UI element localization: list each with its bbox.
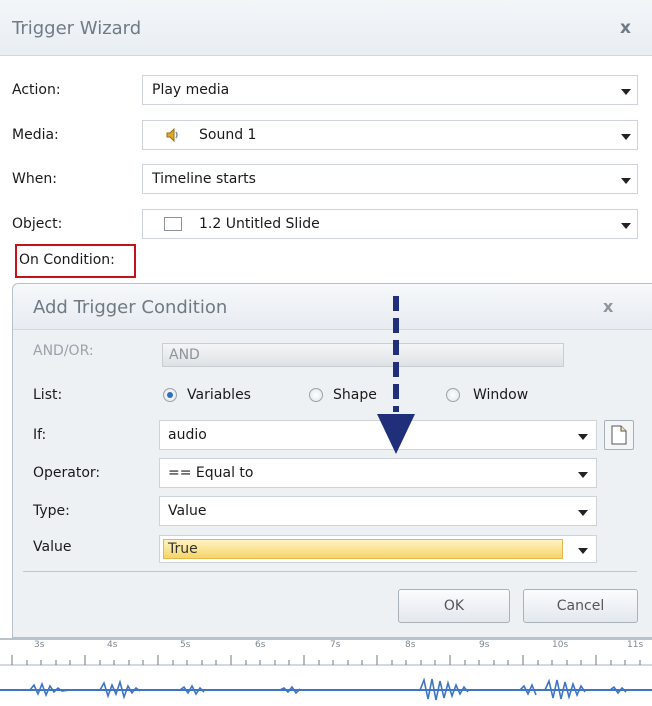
radio-variables[interactable]	[163, 388, 177, 402]
list-option-variables: Variables	[187, 387, 251, 403]
trigger-wizard-titlebar: Trigger Wizard x	[0, 0, 652, 56]
radio-shape[interactable]	[309, 388, 323, 402]
value-input[interactable]: True	[163, 539, 563, 559]
audio-waveform	[0, 677, 652, 701]
type-value: Value	[168, 503, 207, 519]
tick-label: 3s	[34, 640, 45, 650]
action-dropdown[interactable]: Play media	[142, 75, 638, 105]
cancel-button[interactable]: Cancel	[523, 589, 638, 623]
chevron-down-icon[interactable]	[578, 472, 588, 478]
when-dropdown[interactable]: Timeline starts	[142, 164, 638, 194]
tick-label: 9s	[479, 640, 490, 650]
tick-label: 11s	[627, 640, 644, 650]
ok-button[interactable]: OK	[398, 589, 510, 623]
condition-highlight-box	[15, 244, 136, 278]
if-label: If:	[33, 427, 47, 443]
chevron-down-icon[interactable]	[621, 89, 631, 95]
andor-value: AND	[169, 347, 200, 363]
value-text: True	[168, 541, 198, 557]
action-label: Action:	[12, 82, 61, 98]
object-dropdown[interactable]: 1.2 Untitled Slide	[142, 209, 638, 239]
timeline-ruler	[0, 655, 652, 666]
andor-label: AND/OR:	[33, 343, 94, 359]
if-value: audio	[168, 427, 207, 443]
tick-label: 10s	[552, 640, 569, 650]
condition-dialog-titlebar: Add Trigger Condition x	[13, 284, 652, 330]
list-option-window: Window	[473, 387, 529, 403]
when-label: When:	[12, 171, 57, 187]
trigger-wizard-title: Trigger Wizard	[12, 18, 142, 39]
operator-label: Operator:	[33, 465, 101, 481]
action-value: Play media	[152, 82, 230, 98]
separator-line	[23, 571, 637, 572]
tick-label: 7s	[330, 640, 341, 650]
tick-label: 6s	[255, 640, 266, 650]
operator-value: == Equal to	[168, 465, 254, 481]
media-dropdown[interactable]: Sound 1	[142, 120, 638, 150]
type-label: Type:	[33, 503, 70, 519]
media-label: Media:	[12, 127, 59, 143]
when-value: Timeline starts	[152, 171, 256, 187]
tick-label: 5s	[180, 640, 191, 650]
slide-thumbnail-icon	[164, 217, 182, 231]
arrow-down-icon	[377, 296, 415, 454]
add-trigger-condition-dialog: Add Trigger Condition x AND/OR: AND List…	[12, 283, 652, 638]
close-icon[interactable]: x	[620, 18, 631, 38]
chevron-down-icon[interactable]	[578, 548, 588, 554]
new-variable-button[interactable]	[604, 420, 634, 450]
type-dropdown[interactable]: Value	[159, 496, 597, 526]
condition-dialog-title: Add Trigger Condition	[33, 297, 228, 318]
media-value: Sound 1	[199, 127, 257, 143]
chevron-down-icon[interactable]	[578, 510, 588, 516]
value-dropdown[interactable]: True	[159, 535, 597, 563]
chevron-down-icon[interactable]	[621, 134, 631, 140]
document-icon	[611, 425, 627, 445]
object-value: 1.2 Untitled Slide	[199, 216, 320, 232]
speaker-icon	[166, 127, 178, 143]
tick-label: 8s	[405, 640, 416, 650]
andor-dropdown[interactable]: AND	[162, 343, 564, 367]
chevron-down-icon[interactable]	[578, 434, 588, 440]
object-label: Object:	[12, 216, 63, 232]
operator-dropdown[interactable]: == Equal to	[159, 458, 597, 488]
close-icon[interactable]: x	[603, 297, 613, 316]
tick-label: 4s	[107, 640, 118, 650]
value-label: Value	[33, 539, 72, 555]
chevron-down-icon[interactable]	[621, 178, 631, 184]
list-label: List:	[33, 387, 63, 403]
radio-window[interactable]	[446, 388, 460, 402]
chevron-down-icon[interactable]	[621, 223, 631, 229]
audio-timeline: 3s 4s 5s 6s 7s 8s 9s 10s 11s	[0, 638, 652, 706]
